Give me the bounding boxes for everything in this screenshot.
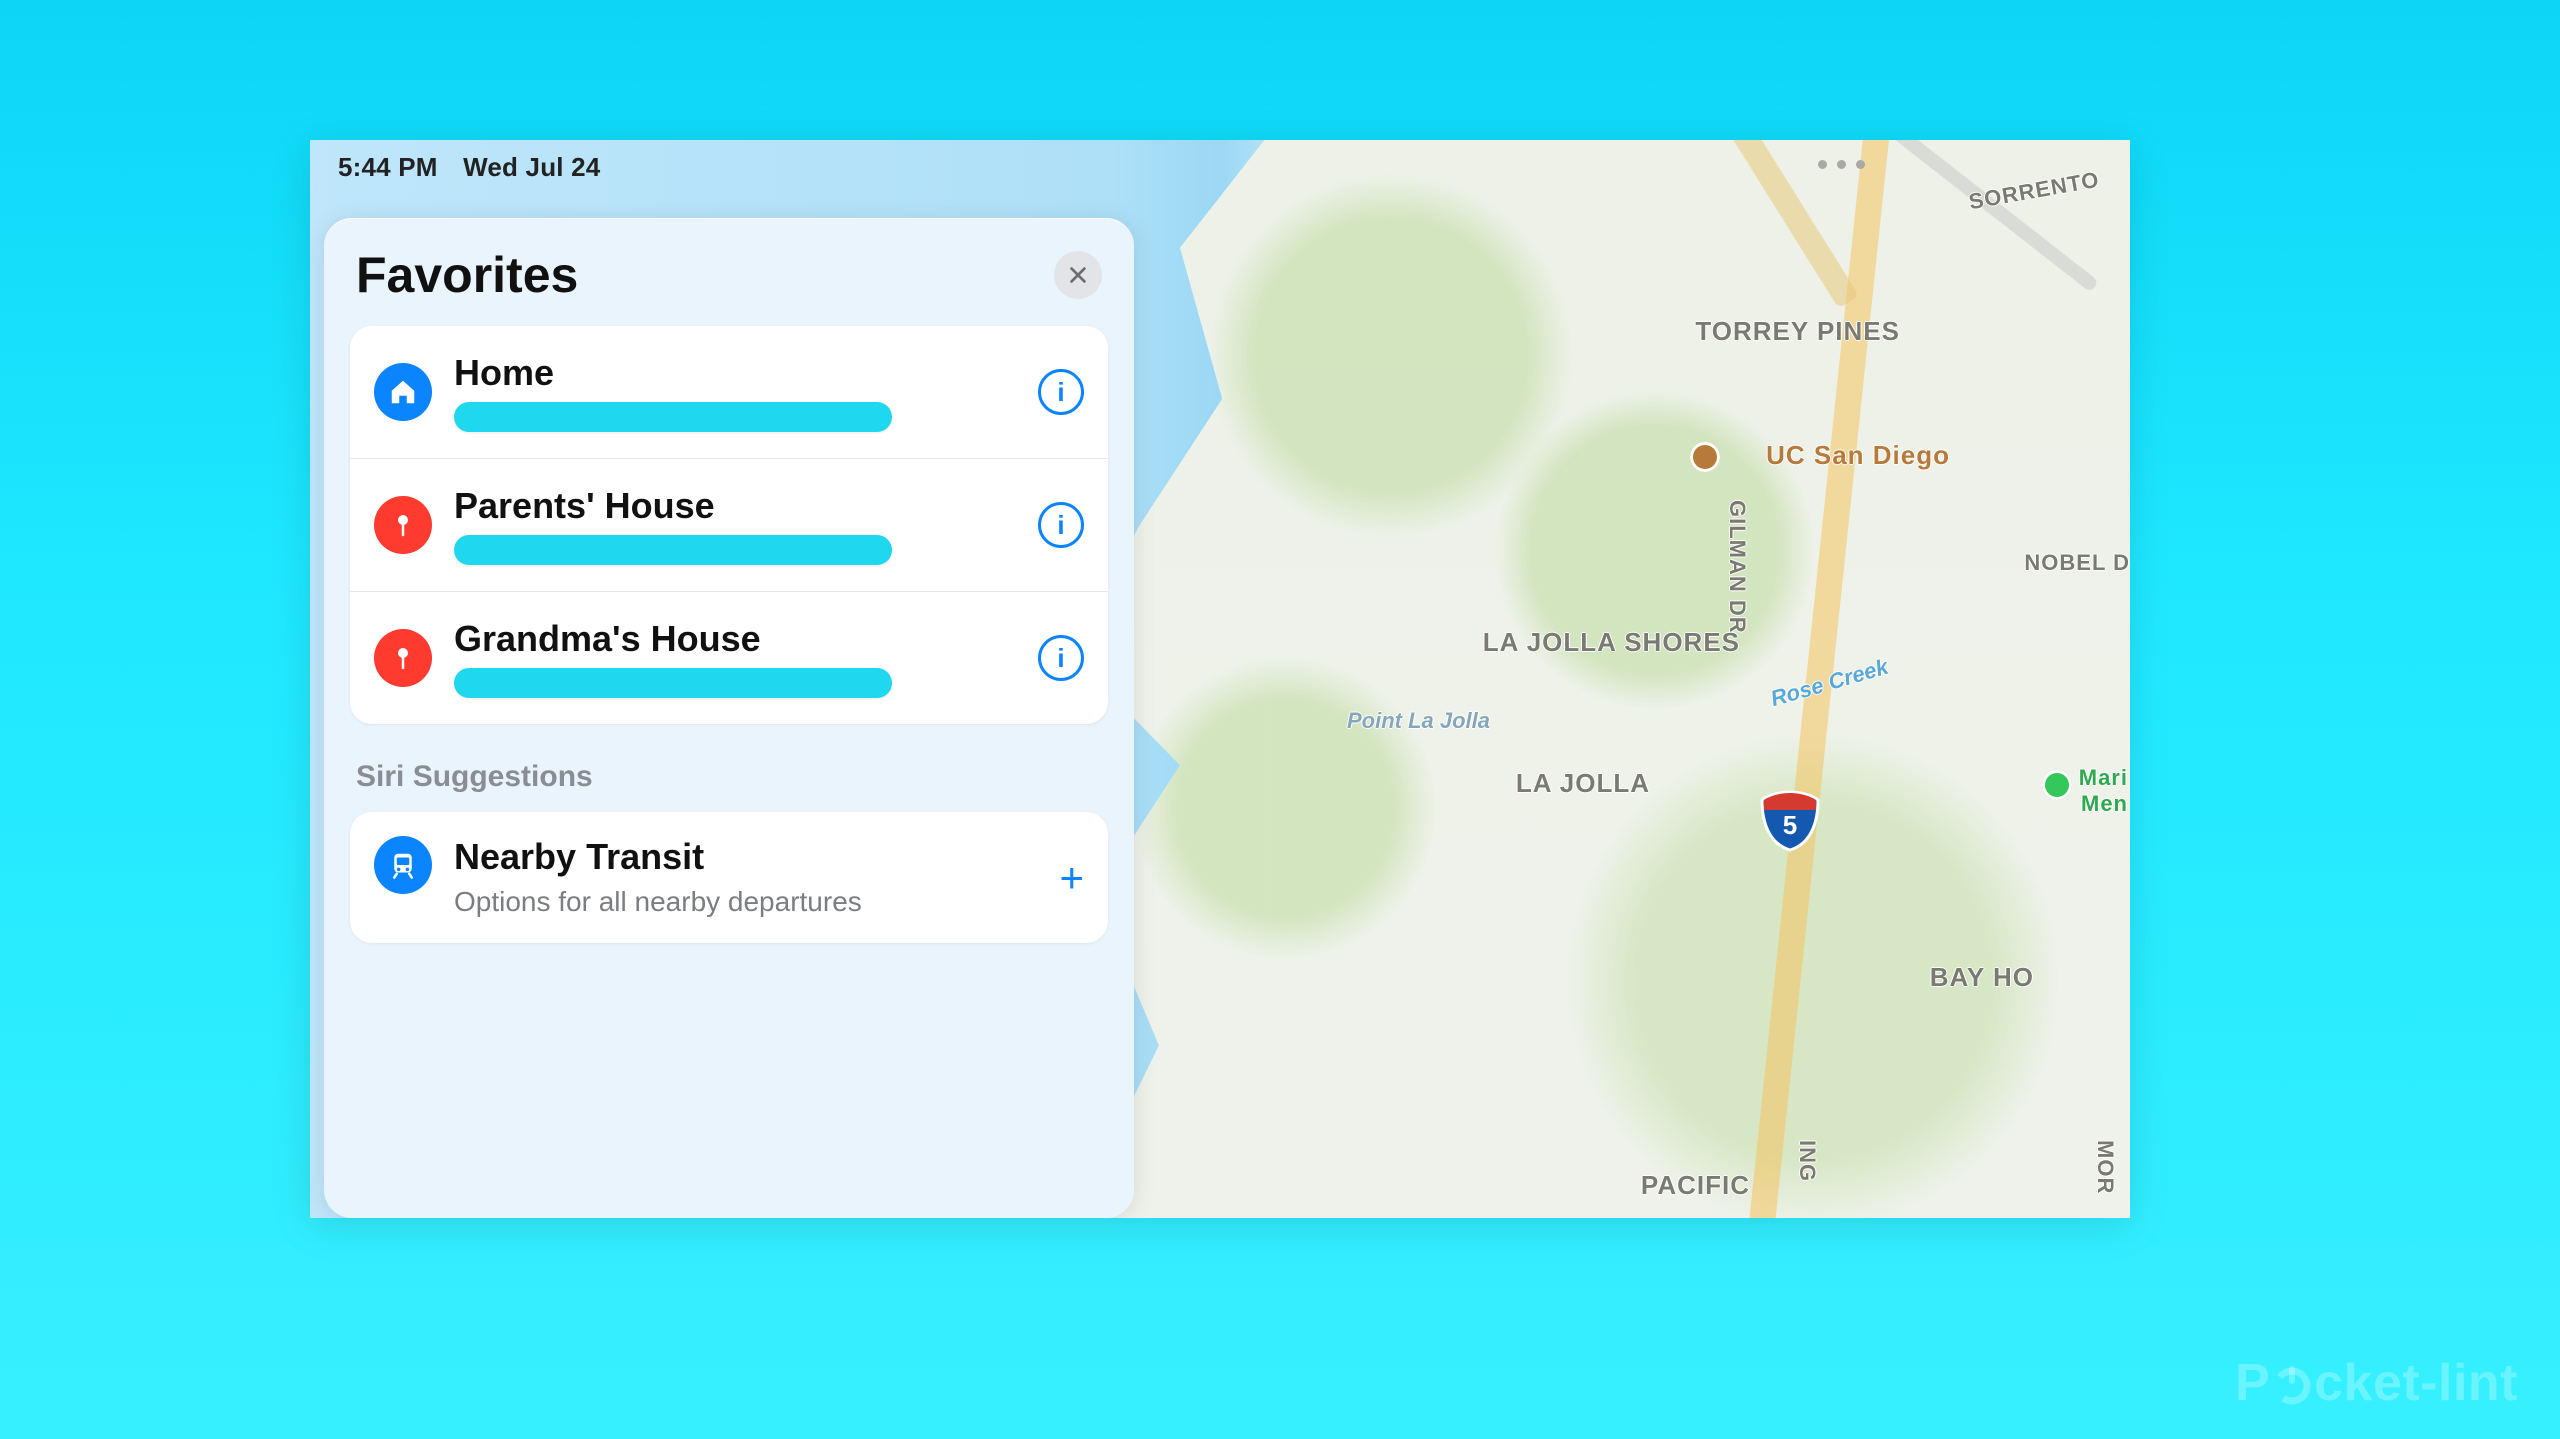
redacted-address bbox=[454, 402, 892, 432]
status-bar: 5:44 PM Wed Jul 24 bbox=[338, 152, 600, 183]
favorite-row-parents[interactable]: Parents' House i bbox=[350, 459, 1108, 592]
add-suggestion-button[interactable]: + bbox=[1059, 857, 1084, 899]
map-label-mari[interactable]: Mari bbox=[2079, 766, 2128, 790]
map-label-mor: MOR bbox=[2092, 1140, 2118, 1194]
panel-title: Favorites bbox=[356, 246, 578, 304]
interstate-shield-icon[interactable]: 5 bbox=[1760, 790, 1820, 852]
map-label-ucsd[interactable]: UC San Diego bbox=[1766, 440, 1950, 471]
status-time: 5:44 PM bbox=[338, 152, 438, 182]
pin-icon bbox=[374, 629, 432, 687]
window-controls[interactable] bbox=[1818, 160, 1865, 169]
map-label-point-la-jolla: Point La Jolla bbox=[1347, 708, 1490, 734]
map-label-nobel: NOBEL D bbox=[2024, 550, 2130, 576]
map-label-bayho: BAY HO bbox=[1930, 962, 2034, 993]
suggestions-heading: Siri Suggestions bbox=[356, 760, 1102, 794]
info-button[interactable]: i bbox=[1038, 502, 1084, 548]
info-button[interactable]: i bbox=[1038, 635, 1084, 681]
status-date: Wed Jul 24 bbox=[463, 152, 600, 182]
transit-icon bbox=[374, 836, 432, 894]
favorite-row-home[interactable]: Home i bbox=[350, 326, 1108, 459]
pin-icon bbox=[374, 496, 432, 554]
close-icon bbox=[1067, 264, 1089, 286]
suggestion-card[interactable]: Nearby Transit Options for all nearby de… bbox=[350, 812, 1108, 943]
favorite-row-grandma[interactable]: Grandma's House i bbox=[350, 592, 1108, 724]
watermark: Pcket-lint bbox=[2235, 1353, 2518, 1413]
info-button[interactable]: i bbox=[1038, 369, 1084, 415]
favorite-title: Home bbox=[454, 352, 1016, 394]
favorites-panel: Favorites Home i Pa bbox=[324, 218, 1134, 1218]
close-button[interactable] bbox=[1054, 251, 1102, 299]
map-label-pacific: PACIFIC bbox=[1641, 1170, 1750, 1201]
redacted-address bbox=[454, 668, 892, 698]
map-label-lajolla: LA JOLLA bbox=[1516, 768, 1650, 799]
app-frame: SORRENTO TORREY PINES UC San Diego NOBEL… bbox=[310, 140, 2130, 1218]
poi-education-icon[interactable] bbox=[1690, 442, 1720, 472]
favorites-card: Home i Parents' House i bbox=[350, 326, 1108, 724]
home-icon bbox=[374, 363, 432, 421]
power-icon bbox=[2270, 1362, 2314, 1406]
svg-text:5: 5 bbox=[1783, 810, 1797, 840]
suggestion-subtitle: Options for all nearby departures bbox=[454, 884, 874, 919]
map-label-ing: ING bbox=[1794, 1140, 1820, 1182]
poi-park-icon[interactable] bbox=[2042, 770, 2072, 800]
map-landmass bbox=[1074, 140, 2130, 1218]
map-label-men[interactable]: Men bbox=[2081, 792, 2128, 816]
favorite-title: Grandma's House bbox=[454, 618, 1016, 660]
map-label-gilman: GILMAN DR bbox=[1724, 500, 1750, 634]
redacted-address bbox=[454, 535, 892, 565]
favorite-title: Parents' House bbox=[454, 485, 1016, 527]
suggestion-title: Nearby Transit bbox=[454, 836, 1037, 878]
map-label-lajolla-shores: LA JOLLA SHORES bbox=[1483, 628, 1740, 657]
map-label-torrey: TORREY PINES bbox=[1695, 316, 1900, 347]
